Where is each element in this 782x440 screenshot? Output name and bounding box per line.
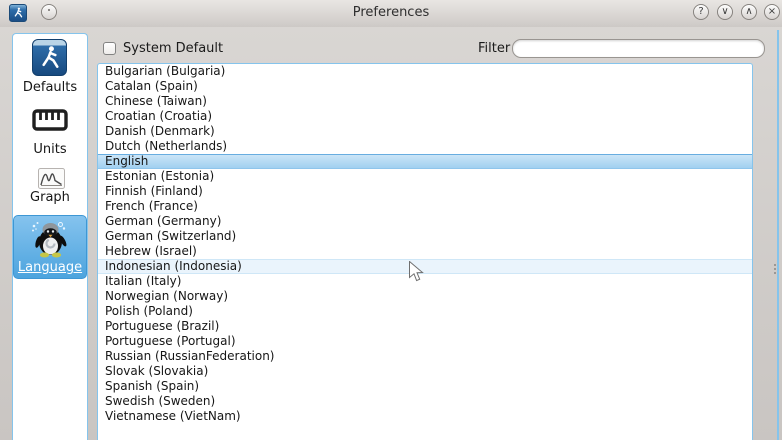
pin-button[interactable]: [41, 4, 57, 20]
list-item[interactable]: Estonian (Estonia): [98, 169, 752, 184]
list-item[interactable]: Croatian (Croatia): [98, 109, 752, 124]
preferences-window: { "window": { "title": "Preferences", "b…: [0, 0, 782, 440]
graph-icon: [38, 168, 65, 189]
ruler-icon: [31, 104, 69, 136]
list-item[interactable]: Catalan (Spain): [98, 79, 752, 94]
list-item[interactable]: Finnish (Finland): [98, 184, 752, 199]
filter-label: Filter: [478, 41, 510, 56]
right-edge-glow: [777, 30, 779, 440]
help-button[interactable]: ?: [693, 4, 709, 20]
sidebar-item-label: Graph: [13, 190, 87, 205]
system-default-checkbox[interactable]: [103, 42, 116, 55]
list-item[interactable]: Spanish (Spain): [98, 379, 752, 394]
app-diver-icon[interactable]: [9, 4, 27, 22]
list-item[interactable]: Dutch (Netherlands): [98, 139, 752, 154]
minimize-button[interactable]: ∨: [717, 4, 733, 20]
titlebar[interactable]: Preferences ? ∨ ∧ ×: [0, 0, 782, 27]
diver-icon: [32, 39, 67, 76]
list-item[interactable]: French (France): [98, 199, 752, 214]
window-title: Preferences: [0, 0, 782, 27]
list-item[interactable]: Vietnamese (VietNam): [98, 409, 752, 424]
list-item[interactable]: Norwegian (Norway): [98, 289, 752, 304]
list-item[interactable]: Slovak (Slovakia): [98, 364, 752, 379]
list-item[interactable]: Russian (RussianFederation): [98, 349, 752, 364]
sidebar-item-label: Units: [13, 142, 87, 157]
close-button[interactable]: ×: [764, 4, 780, 20]
list-item[interactable]: Swedish (Sweden): [98, 394, 752, 409]
sidebar-item-label: Defaults: [13, 80, 87, 95]
system-default-label[interactable]: System Default: [123, 41, 223, 56]
list-item[interactable]: Chinese (Taiwan): [98, 94, 752, 109]
sidebar-item-language[interactable]: Language: [13, 215, 87, 279]
diver-glyph: [10, 5, 26, 21]
list-item[interactable]: English: [98, 154, 752, 169]
list-item[interactable]: German (Germany): [98, 214, 752, 229]
list-item[interactable]: Hebrew (Israel): [98, 244, 752, 259]
mouse-cursor: [408, 261, 426, 283]
language-list[interactable]: Bulgarian (Bulgaria)Catalan (Spain)Chine…: [97, 63, 753, 440]
list-item[interactable]: Portuguese (Brazil): [98, 319, 752, 334]
splitter-grip[interactable]: [774, 264, 777, 276]
list-item[interactable]: Danish (Denmark): [98, 124, 752, 139]
list-item[interactable]: Polish (Poland): [98, 304, 752, 319]
filter-input[interactable]: [512, 39, 765, 58]
list-item[interactable]: Portuguese (Portugal): [98, 334, 752, 349]
sidebar: Defaults Units Graph: [12, 33, 88, 440]
list-item[interactable]: German (Switzerland): [98, 229, 752, 244]
sidebar-item-label: Language: [14, 260, 86, 275]
maximize-button[interactable]: ∧: [741, 4, 757, 20]
penguin-icon: [29, 218, 72, 258]
list-item[interactable]: Bulgarian (Bulgaria): [98, 64, 752, 79]
